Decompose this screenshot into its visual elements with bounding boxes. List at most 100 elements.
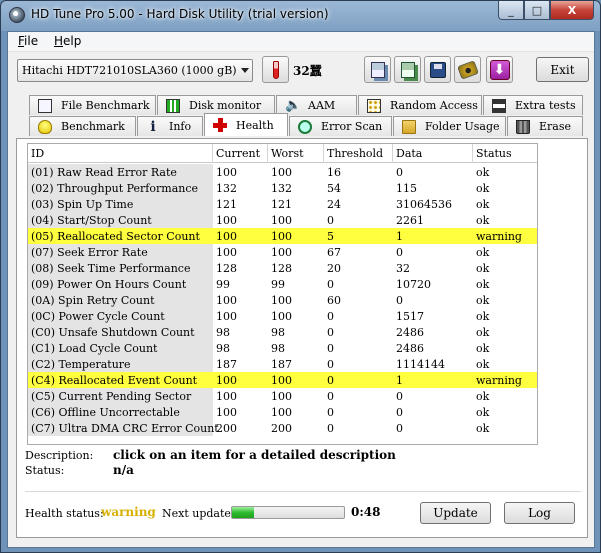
cell-threshold: 54 [327, 182, 341, 195]
tab-extra-tests[interactable]: Extra tests [483, 95, 583, 115]
maximize-button[interactable]: □ [524, 1, 550, 20]
col-id[interactable]: ID [28, 144, 213, 163]
cell-threshold: 0 [327, 406, 334, 419]
tab-file-benchmark[interactable]: File Benchmark [29, 95, 156, 115]
tab-aam[interactable]: 🔈 AAM [276, 95, 357, 115]
cell-worst: 98 [271, 342, 285, 355]
table-row[interactable]: (01) Raw Read Error Rate 100 100 16 0 ok [28, 164, 537, 180]
close-button[interactable]: X [550, 1, 594, 20]
tab-random-access[interactable]: Random Access [358, 95, 482, 115]
magnifier-icon [298, 119, 312, 134]
cell-worst: 100 [271, 406, 292, 419]
cell-worst: 132 [271, 182, 292, 195]
table-row[interactable]: (03) Spin Up Time 121 121 24 31064536 ok [28, 196, 537, 212]
table-row[interactable]: (07) Seek Error Rate 100 100 67 0 ok [28, 244, 537, 260]
table-row[interactable]: (08) Seek Time Performance 128 128 20 32 ok [28, 260, 537, 276]
tab-benchmark[interactable]: Benchmark [29, 116, 136, 136]
col-threshold[interactable]: Threshold [324, 144, 393, 163]
cell-id: (04) Start/Stop Count [28, 212, 213, 228]
cell-current: 121 [216, 198, 237, 211]
table-row[interactable]: (C4) Reallocated Event Count 100 100 0 1 warn… [28, 372, 537, 388]
table-row[interactable]: (02) Throughput Performance 132 132 54 115 ok [28, 180, 537, 196]
options-button[interactable] [454, 56, 481, 83]
cell-data: 0 [396, 246, 403, 259]
menu-file[interactable]: File [15, 34, 41, 48]
cell-status: ok [476, 182, 490, 195]
tab-label: AAM [308, 99, 336, 112]
col-data[interactable]: Data [393, 144, 473, 163]
cell-status: warning [476, 374, 522, 387]
lightbulb-icon [38, 119, 52, 134]
menu-help[interactable]: Help [51, 34, 84, 48]
status-bar: Health status: warning Next update: 0:48… [25, 499, 581, 529]
health-panel: ID Current Worst Threshold Data Status (… [16, 138, 588, 538]
copy-screenshot-button[interactable] [394, 56, 421, 83]
cell-threshold: 67 [327, 246, 341, 259]
cell-current: 100 [216, 390, 237, 403]
tab-error-scan[interactable]: Error Scan [289, 116, 392, 136]
cell-threshold: 60 [327, 294, 341, 307]
title-bar[interactable]: HD Tune Pro 5.00 - Hard Disk Utility (tr… [1, 1, 600, 31]
download-icon: ⬇ [489, 59, 510, 80]
copy-text-button[interactable] [364, 56, 391, 83]
table-row[interactable]: (C2) Temperature 187 187 0 1114144 ok [28, 356, 537, 372]
col-worst[interactable]: Worst [268, 144, 324, 163]
chevron-down-icon [241, 68, 249, 73]
cell-status: ok [476, 326, 490, 339]
cell-status: ok [476, 214, 490, 227]
col-current[interactable]: Current [213, 144, 268, 163]
table-row[interactable]: (04) Start/Stop Count 100 100 0 2261 ok [28, 212, 537, 228]
cell-current: 187 [216, 358, 237, 371]
exit-button[interactable]: Exit [536, 57, 589, 82]
tab-info[interactable]: i Info [137, 116, 203, 136]
cell-worst: 200 [271, 422, 292, 435]
cell-data: 1114144 [396, 358, 445, 371]
cell-data: 1517 [396, 310, 424, 323]
window-title: HD Tune Pro 5.00 - Hard Disk Utility (tr… [31, 7, 329, 21]
cell-current: 100 [216, 246, 237, 259]
col-status[interactable]: Status [473, 144, 537, 163]
tab-label: Info [169, 120, 192, 133]
table-row[interactable]: (0C) Power Cycle Count 100 100 0 1517 ok [28, 308, 537, 324]
cell-data: 2486 [396, 342, 424, 355]
cell-threshold: 0 [327, 278, 334, 291]
cell-threshold: 5 [327, 230, 334, 243]
table-row[interactable]: (C0) Unsafe Shutdown Count 98 98 0 2486 ok [28, 324, 537, 340]
cell-threshold: 0 [327, 390, 334, 403]
cell-worst: 100 [271, 214, 292, 227]
table-row[interactable]: (C7) Ultra DMA CRC Error Count 200 200 0 0 ok [28, 420, 537, 436]
tab-folder-usage[interactable]: Folder Usage [393, 116, 506, 136]
tab-label: Random Access [390, 99, 478, 112]
drive-select[interactable]: Hitachi HDT721010SLA360 (1000 gB) [17, 59, 253, 82]
save-button[interactable] [424, 56, 451, 83]
table-row[interactable]: (0A) Spin Retry Count 100 100 60 0 ok [28, 292, 537, 308]
table-row[interactable]: (C6) Offline Uncorrectable 100 100 0 0 ok [28, 404, 537, 420]
table-row[interactable]: (C1) Load Cycle Count 98 98 0 2486 ok [28, 340, 537, 356]
tab-disk-monitor[interactable]: Disk monitor [157, 95, 275, 115]
cell-threshold: 0 [327, 342, 334, 355]
cell-current: 200 [216, 422, 237, 435]
cell-id: (03) Spin Up Time [28, 196, 213, 212]
minimize-button[interactable]: _ [498, 1, 524, 20]
update-button[interactable]: Update [420, 502, 491, 524]
cell-id: (09) Power On Hours Count [28, 276, 213, 292]
cell-worst: 99 [271, 278, 285, 291]
cell-data: 0 [396, 390, 403, 403]
cell-status: ok [476, 406, 490, 419]
cell-data: 2486 [396, 326, 424, 339]
log-button[interactable]: Log [504, 502, 575, 524]
cell-id: (C1) Load Cycle Count [28, 340, 213, 356]
next-update-progress [231, 506, 345, 519]
download-button[interactable]: ⬇ [486, 56, 513, 83]
table-row[interactable]: (09) Power On Hours Count 99 99 0 10720 ok [28, 276, 537, 292]
temperature-button[interactable] [262, 56, 289, 83]
save-icon [429, 61, 446, 78]
table-row[interactable]: (C5) Current Pending Sector 100 100 0 0 ok [28, 388, 537, 404]
tab-label: Erase [539, 120, 572, 133]
table-row[interactable]: (05) Reallocated Sector Count 100 100 5 1 war… [28, 228, 537, 244]
tab-health[interactable]: Health [204, 113, 288, 136]
cell-id: (C7) Ultra DMA CRC Error Count [28, 420, 219, 436]
tab-erase[interactable]: Erase [507, 116, 583, 136]
cell-current: 98 [216, 342, 230, 355]
app-icon[interactable] [9, 7, 25, 23]
